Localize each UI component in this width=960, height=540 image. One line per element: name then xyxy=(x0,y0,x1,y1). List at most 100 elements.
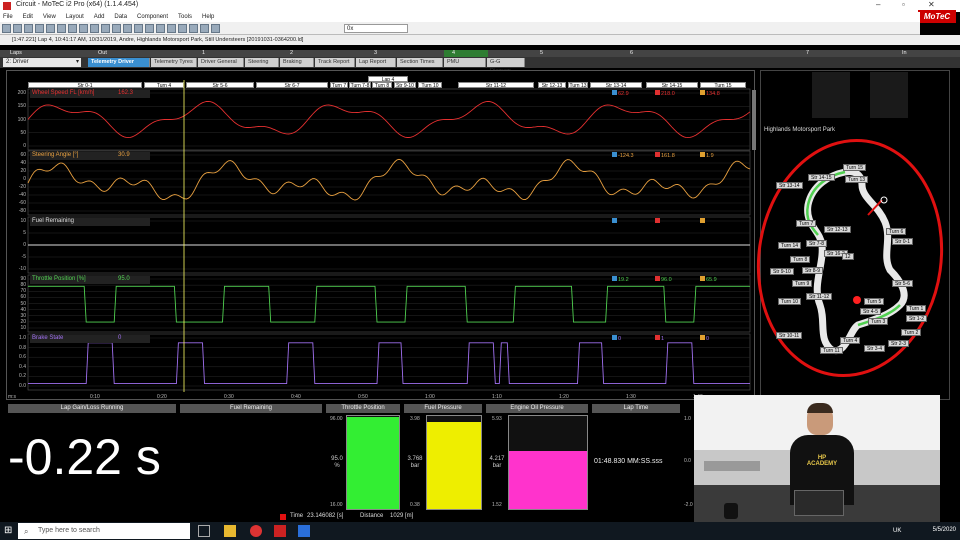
track-label-24: Str 10-11 xyxy=(776,332,803,339)
y-tick-2-3: -5 xyxy=(21,254,26,260)
title-bar: Circuit - MoTeC i2 Pro (x64) (1.1.4.454)… xyxy=(0,0,960,12)
copy-icon[interactable] xyxy=(35,24,44,33)
toolbar xyxy=(0,22,920,35)
step-forward-icon[interactable] xyxy=(189,24,198,33)
y-tick-4-3: 0.4 xyxy=(19,363,26,370)
plot-name-4: Brake State xyxy=(32,335,64,341)
track-label-16: Turn 10 xyxy=(778,298,802,305)
fuel-pressure-fill xyxy=(427,421,481,509)
menu-bar: File Edit View Layout Add Data Component… xyxy=(0,12,920,22)
selected-lap-highlight[interactable] xyxy=(444,50,488,57)
pan-icon[interactable] xyxy=(123,24,132,33)
worksheet-tab-6[interactable]: Lap Report xyxy=(356,58,396,67)
y-tick-0-1: 150 xyxy=(17,103,26,110)
menu-view[interactable]: View xyxy=(43,12,56,22)
marker-value: -124.3 xyxy=(618,153,634,159)
lap-label-8[interactable]: In xyxy=(902,50,907,57)
fuel-pressure-title: Fuel Pressure xyxy=(404,404,482,413)
y-tick-3-3: 60 xyxy=(20,294,26,301)
menu-edit[interactable]: Edit xyxy=(23,12,33,22)
close-button[interactable]: ✕ xyxy=(928,0,935,9)
y-tick-3-5: 40 xyxy=(20,306,26,313)
menu-add[interactable]: Add xyxy=(94,12,105,22)
y-tick-4-5: 0.0 xyxy=(19,383,26,389)
worksheet-tab-8[interactable]: PMU xyxy=(444,58,486,67)
lap-label-6[interactable]: 6 xyxy=(630,50,633,57)
marker-icon xyxy=(655,218,660,223)
motec-taskbar-icon[interactable] xyxy=(274,525,286,537)
plot-name-0: Wheel Speed FL [km/h] xyxy=(32,90,95,96)
menu-help[interactable]: Help xyxy=(202,12,214,22)
open-icon[interactable] xyxy=(2,24,11,33)
zoom-in-icon[interactable] xyxy=(90,24,99,33)
redo-icon[interactable] xyxy=(68,24,77,33)
zoom-fit-icon[interactable] xyxy=(112,24,121,33)
time-tick-3: 0:40 xyxy=(291,394,301,400)
lap-label-2[interactable]: 2 xyxy=(290,50,293,57)
worksheet-tab-5[interactable]: Track Report xyxy=(315,58,355,67)
menu-layout[interactable]: Layout xyxy=(66,12,84,22)
car-position-marker xyxy=(853,296,861,304)
worksheet-tab-4[interactable]: Braking xyxy=(280,58,314,67)
worksheet-tab-0[interactable]: Telemetry Driver xyxy=(88,58,150,67)
worksheet-tab-2[interactable]: Driver General xyxy=(198,58,244,67)
cursor-icon[interactable] xyxy=(79,24,88,33)
lap-label-3[interactable]: 3 xyxy=(374,50,377,57)
undo-icon[interactable] xyxy=(57,24,66,33)
playback-speed-select[interactable]: 0x xyxy=(344,24,408,33)
worksheet-tab-1[interactable]: Telemetry Tyres xyxy=(151,58,197,67)
lap-time-title: Lap Time xyxy=(592,404,680,413)
overlay-icon[interactable] xyxy=(134,24,143,33)
windows-start-icon[interactable]: ⊞ xyxy=(4,526,14,536)
save-icon[interactable] xyxy=(13,24,22,33)
worksheet-selector[interactable]: 2: Driver ▾ xyxy=(3,58,81,67)
step-back-icon[interactable] xyxy=(167,24,176,33)
track-label-27: Turn 11 xyxy=(820,347,843,354)
minimize-button[interactable]: – xyxy=(876,0,880,9)
loop-icon[interactable] xyxy=(200,24,209,33)
marker-icon xyxy=(612,276,617,281)
sync-icon[interactable] xyxy=(156,24,165,33)
plot-marker-2-2 xyxy=(700,218,706,225)
track-label-1: Str 14-15 xyxy=(808,174,835,181)
menu-file[interactable]: File xyxy=(3,12,13,22)
lap-label-4[interactable]: 4 xyxy=(452,50,455,57)
track-label-25: Turn 4 xyxy=(840,337,861,344)
track-label-9: Turn 8 xyxy=(790,256,811,263)
marker-icon xyxy=(612,152,617,157)
file-explorer-icon[interactable] xyxy=(224,525,236,537)
track-label-23: Turn 2 xyxy=(901,329,922,336)
reference-icon[interactable] xyxy=(145,24,154,33)
fuel-pressure-value: 3.768 xyxy=(407,456,423,462)
print-icon[interactable] xyxy=(24,24,33,33)
locale-indicator[interactable]: UK xyxy=(893,528,901,534)
menu-component[interactable]: Component xyxy=(137,12,168,22)
speed-icon[interactable] xyxy=(211,24,220,33)
lap-label-5[interactable]: 5 xyxy=(540,50,543,57)
lap-label-1[interactable]: 1 xyxy=(202,50,205,57)
track-label-14: Str 0-1 xyxy=(892,238,914,245)
plot-canvas[interactable] xyxy=(6,70,755,400)
maximize-button[interactable]: ▫ xyxy=(902,0,905,9)
taskbar-search[interactable]: Type here to search xyxy=(18,523,190,539)
worksheet-tab-7[interactable]: Section Times xyxy=(397,58,443,67)
throttle-gauge-fill xyxy=(347,416,399,509)
lap-label-0[interactable]: Out xyxy=(98,50,107,57)
app-taskbar-icon[interactable] xyxy=(298,525,310,537)
paste-icon[interactable] xyxy=(46,24,55,33)
distance-value: 1029 [m] xyxy=(390,513,414,519)
y-tick-3-8: 10 xyxy=(20,325,26,331)
worksheet-tab-9[interactable]: G-G Diagram xyxy=(487,58,525,74)
menu-tools[interactable]: Tools xyxy=(178,12,192,22)
marker-value: 161.8 xyxy=(661,153,675,159)
laptop xyxy=(794,490,844,516)
lap-label-7[interactable]: 7 xyxy=(806,50,809,57)
task-view-icon[interactable] xyxy=(198,525,210,537)
time-tick-2: 0:30 xyxy=(224,394,234,400)
menu-data[interactable]: Data xyxy=(114,12,127,22)
play-icon[interactable] xyxy=(178,24,187,33)
zoom-out-icon[interactable] xyxy=(101,24,110,33)
worksheet-tab-3[interactable]: Steering xyxy=(245,58,279,67)
y-tick-1-2: 20 xyxy=(20,168,26,174)
chrome-icon[interactable] xyxy=(250,525,262,537)
